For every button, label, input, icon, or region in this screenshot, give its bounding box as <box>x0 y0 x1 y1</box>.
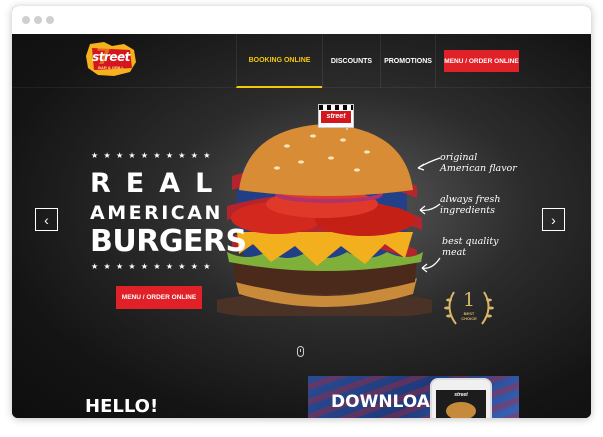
website: 7 street BAR & GRILL BOOKING ONLINE DISC… <box>12 34 591 418</box>
next-slide-button[interactable]: › <box>542 208 565 231</box>
logo-text: street <box>92 50 130 64</box>
phone-image: street <box>430 378 492 418</box>
stars-bottom: ★★★★★★★★★★ <box>91 262 216 271</box>
nav-booking-online[interactable]: BOOKING ONLINE <box>236 34 322 88</box>
stars-top: ★★★★★★★★★★ <box>91 151 216 160</box>
badge-text: BEST CHOICE <box>461 311 477 321</box>
prev-slide-button[interactable]: ‹ <box>35 208 58 231</box>
burger-image <box>217 108 432 316</box>
window-dot-icon <box>34 16 42 24</box>
scroll-mouse-icon[interactable] <box>297 346 304 357</box>
flag-logo-text: street <box>321 111 351 123</box>
site-header: 7 street BAR & GRILL BOOKING ONLINE DISC… <box>12 34 591 88</box>
logo[interactable]: 7 street BAR & GRILL <box>84 42 138 78</box>
note-best-meat: best quality meat <box>442 236 499 258</box>
hero-line-american: AMERICAN <box>90 202 223 224</box>
nav-promotions[interactable]: PROMOTIONS <box>380 34 436 88</box>
prev-arrow-icon: ‹ <box>44 211 49 228</box>
app-promo-banner[interactable]: DOWNLOAD street <box>308 376 519 418</box>
nav-discounts[interactable]: DISCOUNTS <box>322 34 380 88</box>
badge-number: 1 <box>462 289 476 311</box>
hello-heading: HELLO! <box>85 396 159 417</box>
next-arrow-icon: › <box>551 211 556 228</box>
browser-window: 7 street BAR & GRILL BOOKING ONLINE DISC… <box>12 6 591 418</box>
hero-line-real: REAL <box>90 168 228 199</box>
browser-chrome-bar <box>12 6 591 34</box>
hero-order-button[interactable]: MENU / ORDER ONLINE <box>116 286 202 309</box>
order-online-button[interactable]: MENU / ORDER ONLINE <box>444 50 519 72</box>
hero-line-burgers: BURGERS <box>90 224 247 259</box>
phone-burger-image <box>446 402 476 418</box>
note-original-flavor: original American flavor <box>440 152 517 174</box>
window-dot-icon <box>22 16 30 24</box>
checkered-flag-icon: street <box>318 104 354 128</box>
phone-brand-text: street <box>454 392 468 398</box>
note-fresh-ingredients: always fresh ingredients <box>440 194 501 216</box>
promo-title: DOWNLOAD <box>331 392 445 412</box>
logo-subtitle: BAR & GRILL <box>98 65 124 70</box>
phone-screen: street <box>436 390 486 418</box>
window-dot-icon <box>46 16 54 24</box>
